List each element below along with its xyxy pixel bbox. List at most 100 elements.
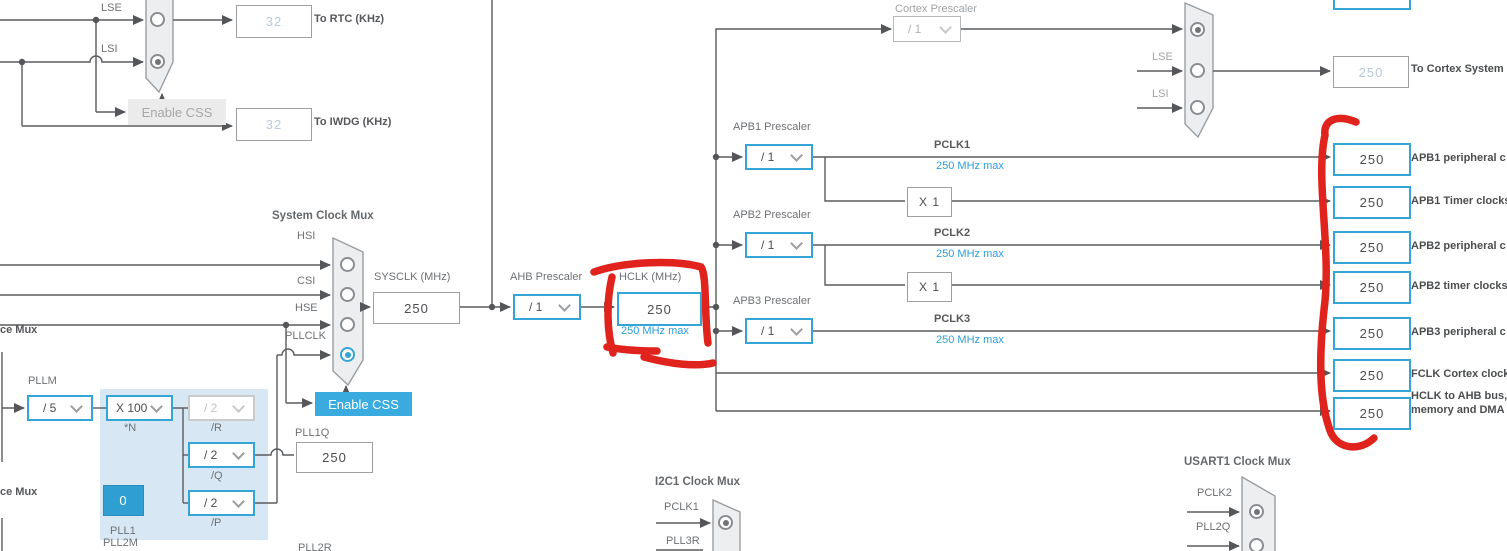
cortex-prescaler-value: / 1 xyxy=(908,22,922,36)
rtc-freq-label: To RTC (KHz) xyxy=(314,13,385,25)
apb3-prescaler-value: / 1 xyxy=(761,324,775,338)
chevron-down-icon xyxy=(790,148,803,162)
chevron-down-icon xyxy=(150,399,163,413)
pllp-value: / 2 xyxy=(204,496,218,510)
pllp-dropdown[interactable]: / 2 xyxy=(188,490,255,516)
apb1-prescaler-label: APB1 Prescaler xyxy=(733,121,811,133)
apb2-peripheral-clock-box: 250 xyxy=(1333,231,1411,264)
pll1-label: PLL1 xyxy=(110,525,136,537)
apb1-peripheral-clock-box: 250 xyxy=(1333,143,1411,176)
pll2r-label: PLL2R xyxy=(298,542,332,551)
chevron-down-icon xyxy=(232,399,245,413)
apb1-peripheral-clock-label: APB1 peripheral c xyxy=(1411,152,1506,164)
apb3-prescaler-dropdown[interactable]: / 1 xyxy=(745,318,813,344)
rtc-mux-radio-lse[interactable] xyxy=(150,12,165,27)
sysclk-label: SYSCLK (MHz) xyxy=(374,271,451,283)
apb1-prescaler-dropdown[interactable]: / 1 xyxy=(745,144,813,170)
ahb-prescaler-label: AHB Prescaler xyxy=(510,271,583,283)
ahb-prescaler-dropdown[interactable]: / 1 xyxy=(513,294,581,320)
apb2-timer-multiplier: X 1 xyxy=(907,272,952,302)
pll1-fracn-box[interactable]: 0 xyxy=(103,485,144,516)
chevron-down-icon xyxy=(232,446,245,460)
usart1-mux-radio-pclk2[interactable] xyxy=(1249,504,1264,519)
enable-css-button-hse[interactable]: Enable CSS xyxy=(315,392,412,416)
fclk-cortex-clock-label: FCLK Cortex clock xyxy=(1411,368,1507,380)
i2c1-mux-radio-pclk1[interactable] xyxy=(718,515,733,530)
apb2-prescaler-dropdown[interactable]: / 1 xyxy=(745,232,813,258)
apb3-prescaler-label: APB3 Prescaler xyxy=(733,295,811,307)
junction-dots xyxy=(18,16,720,335)
to-cortex-value-box: 250 xyxy=(1333,56,1409,88)
apb3-peripheral-clock-label: APB3 peripheral c xyxy=(1411,326,1506,338)
fclk-cortex-clock-box: 250 xyxy=(1333,359,1411,392)
apb1-timer-clock-label: APB1 Timer clocks xyxy=(1411,195,1507,207)
pll2m-label: PLL2M xyxy=(103,537,138,549)
cortex-prescaler-label: Cortex Prescaler xyxy=(895,3,977,15)
hsi-label: HSI xyxy=(297,230,316,242)
system-mux-radio-csi[interactable] xyxy=(340,287,355,302)
system-mux-radio-hsi[interactable] xyxy=(340,257,355,272)
rtc-mux-radio-lsi[interactable] xyxy=(150,54,165,69)
hclk-value-box[interactable]: 250 xyxy=(617,292,702,326)
hclk-ahb-bus-label-line1: HCLK to AHB bus, xyxy=(1411,390,1507,402)
clock-configuration-canvas: LSE LSI Enable CSS 32 To RTC (KHz) 32 To… xyxy=(0,0,1507,551)
plln-dropdown[interactable]: X 100 xyxy=(106,395,173,421)
cortex-mux-radio-lsi[interactable] xyxy=(1190,100,1205,115)
cortex-lsi-label: LSI xyxy=(1152,88,1169,100)
pll1q-value-box: 250 xyxy=(296,442,373,473)
pllp-div-label: /P xyxy=(211,517,222,529)
to-cortex-label: To Cortex System xyxy=(1411,63,1504,75)
cortex-mux-radio-lse[interactable] xyxy=(1190,63,1205,78)
iwdg-freq-label: To IWDG (KHz) xyxy=(314,116,392,128)
i2c1-pll3r-label: PLL3R xyxy=(666,535,700,547)
pllq-div-label: /Q xyxy=(211,470,223,482)
pclk3-max-label: 250 MHz max xyxy=(936,334,1004,346)
pllq-dropdown[interactable]: / 2 xyxy=(188,442,255,468)
enable-css-button-rtc[interactable]: Enable CSS xyxy=(128,99,226,125)
pllm-label: PLLM xyxy=(28,375,57,387)
csi-label: CSI xyxy=(297,275,316,287)
rtc-freq-box: 32 xyxy=(236,5,312,38)
hclk-ahb-bus-box: 250 xyxy=(1333,397,1411,430)
chevron-down-icon xyxy=(558,298,571,312)
hse-label: HSE xyxy=(295,302,318,314)
ahb-prescaler-value: / 1 xyxy=(529,300,543,314)
pll1q-label: PLL1Q xyxy=(295,427,330,439)
apb2-timer-clock-label: APB2 timer clocks xyxy=(1411,280,1507,292)
pllclk-label: PLLCLK xyxy=(285,330,326,342)
apb2-peripheral-clock-label: APB2 peripheral c xyxy=(1411,240,1506,252)
lsi-label: LSI xyxy=(101,43,118,55)
plln-value: X 100 xyxy=(116,401,148,415)
cortex-prescaler-dropdown: / 1 xyxy=(893,16,961,42)
hclk-label: HCLK (MHz) xyxy=(619,271,682,283)
pclk2-label: PCLK2 xyxy=(934,227,971,239)
hclk-ahb-bus-label: HCLK to AHB bus, memory and DMA xyxy=(1411,389,1507,417)
usart1-clock-mux-title: USART1 Clock Mux xyxy=(1184,456,1291,468)
pclk1-label: PCLK1 xyxy=(934,139,971,151)
usart1-pll2q-label: PLL2Q xyxy=(1196,521,1231,533)
chevron-down-icon xyxy=(70,399,83,413)
i2c1-clock-mux-title: I2C1 Clock Mux xyxy=(655,476,740,488)
apb1-timer-clock-box: 250 xyxy=(1333,186,1411,219)
pll2-source-mux-label: ce Mux xyxy=(0,486,38,498)
usart1-pclk2-label: PCLK2 xyxy=(1197,487,1232,499)
sysclk-value-box: 250 xyxy=(373,292,460,324)
usart1-mux-radio-pll2q[interactable] xyxy=(1249,538,1264,551)
cut-top-value-box xyxy=(1333,0,1411,10)
wiring-layer xyxy=(0,0,1378,551)
apb1-timer-multiplier: X 1 xyxy=(907,187,952,217)
plln-mult-label: *N xyxy=(124,422,137,434)
pllm-dropdown[interactable]: / 5 xyxy=(27,395,93,421)
cortex-mux-radio-hclk[interactable] xyxy=(1190,22,1205,37)
apb3-peripheral-clock-box: 250 xyxy=(1333,317,1411,350)
hclk-ahb-bus-label-line2: memory and DMA xyxy=(1411,404,1505,416)
pclk2-max-label: 250 MHz max xyxy=(936,248,1004,260)
system-mux-radio-pllclk[interactable] xyxy=(340,347,355,362)
iwdg-freq-box: 32 xyxy=(236,108,312,141)
apb2-timer-clock-box: 250 xyxy=(1333,271,1411,304)
lse-label: LSE xyxy=(101,2,122,14)
system-mux-radio-hse[interactable] xyxy=(340,317,355,332)
pllr-value: / 2 xyxy=(204,401,218,415)
hclk-max-label: 250 MHz max xyxy=(621,325,689,337)
pllq-value: / 2 xyxy=(204,448,218,462)
